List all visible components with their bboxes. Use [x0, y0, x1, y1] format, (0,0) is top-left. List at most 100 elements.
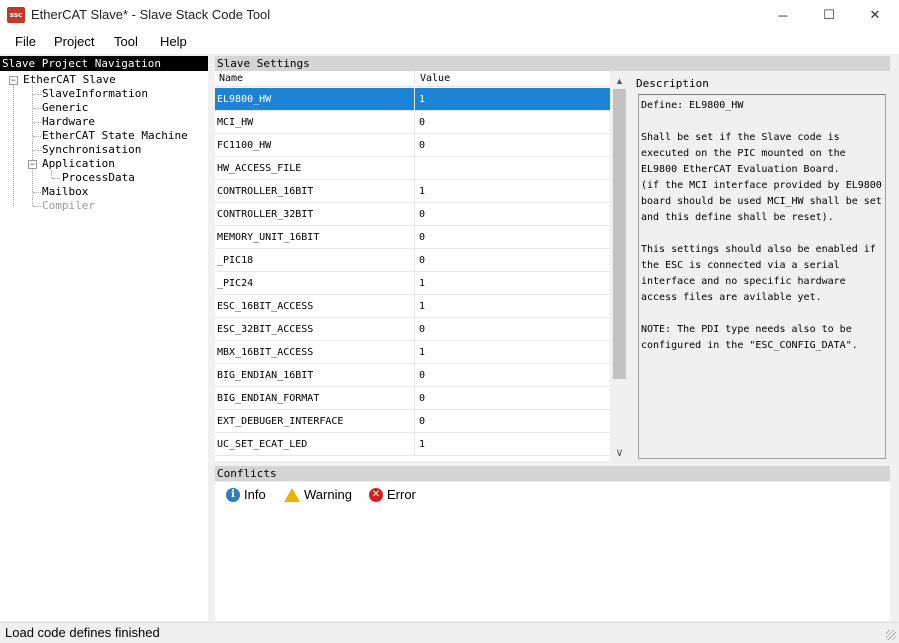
setting-name: _PIC24 — [215, 272, 415, 295]
warning-filter-button[interactable]: Warning — [284, 487, 352, 502]
conflicts-list[interactable] — [215, 509, 890, 621]
tree-collapse-toggle[interactable]: − — [9, 76, 18, 85]
tree-item-compiler: Compiler — [42, 199, 95, 212]
info-filter-button[interactable]: i Info — [226, 487, 266, 502]
maximize-icon: ☐ — [823, 7, 835, 22]
setting-name: HW_ACCESS_FILE — [215, 157, 415, 180]
setting-value[interactable]: 1 — [416, 341, 610, 364]
setting-value[interactable]: 0 — [416, 410, 610, 433]
window-title: EtherCAT Slave* - Slave Stack Code Tool — [31, 7, 271, 22]
table-row[interactable]: _PIC18 0 — [215, 249, 610, 272]
warning-label: Warning — [304, 487, 352, 502]
menu-help[interactable]: Help — [160, 34, 187, 49]
setting-value[interactable]: 0 — [416, 364, 610, 387]
minimize-button[interactable]: ─ — [760, 0, 806, 30]
table-row[interactable]: _PIC24 1 — [215, 272, 610, 295]
table-row[interactable]: MEMORY_UNIT_16BIT 0 — [215, 226, 610, 249]
setting-name: BIG_ENDIAN_16BIT — [215, 364, 415, 387]
setting-name: MCI_HW — [215, 111, 415, 134]
table-row[interactable]: MBX_16BIT_ACCESS 1 — [215, 341, 610, 364]
slave-settings-header: Slave Settings — [215, 56, 890, 71]
menu-tool[interactable]: Tool — [114, 34, 138, 49]
table-row[interactable]: BIG_ENDIAN_16BIT 0 — [215, 364, 610, 387]
status-bar: Load code defines finished — [0, 622, 899, 643]
setting-name: FC1100_HW — [215, 134, 415, 157]
setting-name: CONTROLLER_16BIT — [215, 180, 415, 203]
error-icon: ✕ — [369, 487, 383, 502]
title-bar: ssc EtherCAT Slave* - Slave Stack Code T… — [0, 0, 899, 30]
setting-name: EL9800_HW — [215, 88, 415, 111]
setting-value[interactable]: 0 — [416, 318, 610, 341]
conflicts-header: Conflicts — [215, 466, 890, 481]
tree-item-generic[interactable]: Generic — [42, 101, 88, 115]
resize-grip-icon[interactable] — [886, 630, 896, 640]
tree-item-hardware[interactable]: Hardware — [42, 115, 95, 129]
conflicts-toolbar: i Info Warning ✕ Error — [215, 482, 890, 509]
column-header-name[interactable]: Name — [215, 71, 415, 87]
info-label: Info — [244, 487, 266, 502]
setting-name: _PIC18 — [215, 249, 415, 272]
setting-name: MBX_16BIT_ACCESS — [215, 341, 415, 364]
setting-value[interactable]: 1 — [416, 433, 610, 456]
menu-bar: File Project Tool Help — [0, 30, 899, 54]
setting-value[interactable]: 1 — [416, 88, 610, 111]
setting-value[interactable]: 0 — [416, 226, 610, 249]
error-label: Error — [387, 487, 416, 502]
status-text: Load code defines finished — [5, 625, 160, 640]
app-icon: ssc — [7, 7, 25, 23]
scroll-thumb[interactable] — [613, 89, 626, 379]
close-icon: ✕ — [869, 7, 881, 22]
table-row[interactable]: MCI_HW 0 — [215, 111, 610, 134]
description-label: Description — [636, 77, 709, 90]
setting-value[interactable]: 1 — [416, 295, 610, 318]
setting-name: ESC_16BIT_ACCESS — [215, 295, 415, 318]
minimize-icon: ─ — [778, 7, 788, 23]
close-button[interactable]: ✕ — [852, 0, 898, 30]
setting-value[interactable]: 1 — [416, 180, 610, 203]
table-row[interactable]: ESC_32BIT_ACCESS 0 — [215, 318, 610, 341]
setting-value[interactable]: 0 — [416, 387, 610, 410]
settings-table: Name Value EL9800_HW 1 MCI_HW 0 FC1100_HW 0 HW… — [215, 71, 610, 461]
tree-collapse-toggle[interactable]: − — [28, 160, 37, 169]
tree-item-processdata[interactable]: ProcessData — [62, 171, 135, 185]
settings-scrollbar[interactable]: ▲ ∨ — [611, 71, 628, 461]
error-filter-button[interactable]: ✕ Error — [369, 487, 416, 502]
menu-file[interactable]: File — [15, 34, 36, 49]
nav-header: Slave Project Navigation — [0, 56, 208, 71]
tree-root-ethercat-slave[interactable]: EtherCAT Slave — [23, 73, 116, 87]
project-navigation-tree: − EtherCAT Slave SlaveInformation Generi… — [0, 71, 208, 621]
setting-value[interactable]: 0 — [416, 111, 610, 134]
tree-item-ethercat-state-machine[interactable]: EtherCAT State Machine — [42, 129, 188, 143]
table-row[interactable]: UC_SET_ECAT_LED 1 — [215, 433, 610, 456]
table-row[interactable]: CONTROLLER_16BIT 1 — [215, 180, 610, 203]
table-row[interactable]: CONTROLLER_32BIT 0 — [215, 203, 610, 226]
table-row[interactable]: ESC_16BIT_ACCESS 1 — [215, 295, 610, 318]
setting-name: ESC_32BIT_ACCESS — [215, 318, 415, 341]
table-row[interactable]: EXT_DEBUGER_INTERFACE 0 — [215, 410, 610, 433]
setting-name: UC_SET_ECAT_LED — [215, 433, 415, 456]
scroll-up-icon[interactable]: ▲ — [611, 73, 628, 89]
table-row[interactable]: EL9800_HW 1 — [215, 88, 610, 111]
setting-value[interactable]: 0 — [416, 249, 610, 272]
setting-name: CONTROLLER_32BIT — [215, 203, 415, 226]
description-text: Define: EL9800_HW Shall be set if the Sl… — [638, 94, 886, 459]
tree-item-synchronisation[interactable]: Synchronisation — [42, 143, 141, 157]
table-row[interactable]: BIG_ENDIAN_FORMAT 0 — [215, 387, 610, 410]
setting-value[interactable] — [416, 157, 610, 180]
table-row[interactable]: HW_ACCESS_FILE — [215, 157, 610, 180]
setting-value[interactable]: 0 — [416, 134, 610, 157]
setting-name: BIG_ENDIAN_FORMAT — [215, 387, 415, 410]
setting-name: EXT_DEBUGER_INTERFACE — [215, 410, 415, 433]
setting-value[interactable]: 1 — [416, 272, 610, 295]
column-header-value[interactable]: Value — [416, 71, 610, 87]
menu-project[interactable]: Project — [54, 34, 94, 49]
scroll-down-icon[interactable]: ∨ — [611, 445, 628, 461]
setting-value[interactable]: 0 — [416, 203, 610, 226]
tree-item-mailbox[interactable]: Mailbox — [42, 185, 88, 199]
maximize-button[interactable]: ☐ — [806, 0, 852, 30]
table-row[interactable]: FC1100_HW 0 — [215, 134, 610, 157]
info-icon: i — [226, 487, 240, 502]
tree-item-slaveinformation[interactable]: SlaveInformation — [42, 87, 148, 101]
tree-item-application[interactable]: Application — [42, 157, 115, 171]
setting-name: MEMORY_UNIT_16BIT — [215, 226, 415, 249]
